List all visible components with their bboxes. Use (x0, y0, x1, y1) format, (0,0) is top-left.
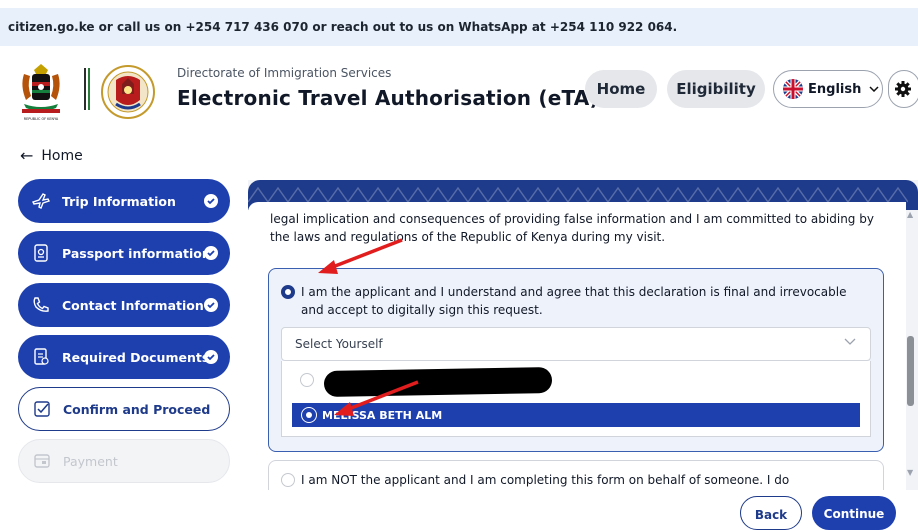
step-required-documents[interactable]: Required Documents (18, 335, 230, 379)
header-subtitle: Directorate of Immigration Services (177, 66, 392, 80)
not-applicant-radio[interactable] (281, 473, 295, 487)
step-payment: Payment (18, 439, 230, 483)
step-label: Confirm and Proceed (63, 401, 211, 417)
option-not-applicant-label: I am NOT the applicant and I am completi… (301, 473, 790, 487)
option-redacted-radio[interactable] (300, 373, 314, 387)
page-title: Electronic Travel Authorisation (eTA) (177, 86, 599, 110)
back-button[interactable]: Back (740, 496, 802, 530)
step-label: Payment (63, 453, 118, 469)
chevron-down-icon (869, 86, 879, 92)
gear-icon (895, 81, 911, 97)
option-applicant-box[interactable]: I am the applicant and I understand and … (268, 268, 884, 452)
coat-caption: REPUBLIC OF KENYA (24, 117, 59, 121)
header-divider (84, 68, 86, 110)
check-icon (204, 194, 218, 208)
info-banner: citizen.go.ke or call us on +254 717 436… (0, 8, 918, 46)
documents-icon (30, 346, 52, 368)
passport-icon (30, 242, 52, 264)
panel-body: legal implication and consequences of pr… (248, 202, 906, 518)
panel-scrollbar[interactable]: ▲ ▼ (906, 208, 916, 477)
step-label: Required Documents (62, 349, 210, 365)
plane-icon (30, 190, 52, 212)
chevron-down-icon (844, 338, 856, 345)
step-trip-information[interactable]: Trip Information (18, 179, 230, 223)
scroll-up-icon[interactable]: ▲ (907, 210, 913, 219)
language-selector[interactable]: English (773, 70, 883, 108)
step-contact-information[interactable]: Contact Information (18, 283, 230, 327)
scroll-down-icon[interactable]: ▼ (907, 468, 913, 477)
option-applicant-label: I am the applicant and I understand and … (301, 285, 847, 317)
continue-button[interactable]: Continue (812, 496, 896, 530)
applicant-radio[interactable] (281, 285, 295, 299)
payment-icon (31, 450, 53, 472)
checkbox-icon (31, 398, 53, 420)
step-label: Passport information (62, 245, 211, 261)
header-divider-green (88, 68, 90, 110)
check-icon (204, 246, 218, 260)
redacted-name (323, 367, 553, 397)
back-home-link[interactable]: ← Home (20, 146, 83, 165)
back-home-label: Home (41, 147, 83, 164)
check-icon (204, 350, 218, 364)
select-yourself-dropdown[interactable]: Select Yourself (281, 327, 871, 361)
scrollbar-thumb[interactable] (907, 336, 914, 406)
nav-home-button[interactable]: Home (585, 70, 657, 108)
info-banner-text: citizen.go.ke or call us on +254 717 436… (8, 20, 678, 34)
uk-flag-icon (783, 79, 803, 99)
selected-radio-icon (301, 407, 317, 423)
settings-button[interactable] (888, 70, 918, 108)
site-header: REPUBLIC OF KENYA Directorate of Immigra… (0, 46, 918, 128)
immigration-seal-logo (101, 65, 155, 119)
nav-eligibility-button[interactable]: Eligibility (667, 70, 765, 108)
declaration-intro-text: legal implication and consequences of pr… (270, 212, 874, 244)
arrow-left-icon: ← (20, 146, 34, 165)
option-selected-person[interactable]: MELISSA BETH ALM (292, 403, 860, 427)
step-confirm-and-proceed[interactable]: Confirm and Proceed (18, 387, 230, 431)
check-icon (204, 298, 218, 312)
step-label: Contact Information (62, 297, 204, 313)
language-label: English (808, 81, 862, 97)
declaration-panel: legal implication and consequences of pr… (248, 180, 918, 518)
step-label: Trip Information (62, 193, 176, 209)
selected-person-name: MELISSA BETH ALM (322, 408, 443, 422)
select-options-list: MELISSA BETH ALM (281, 361, 871, 437)
select-placeholder: Select Yourself (295, 337, 383, 351)
kenya-coat-of-arms-logo: REPUBLIC OF KENYA (22, 64, 60, 121)
phone-icon (30, 294, 52, 316)
step-passport-information[interactable]: Passport information (18, 231, 230, 275)
